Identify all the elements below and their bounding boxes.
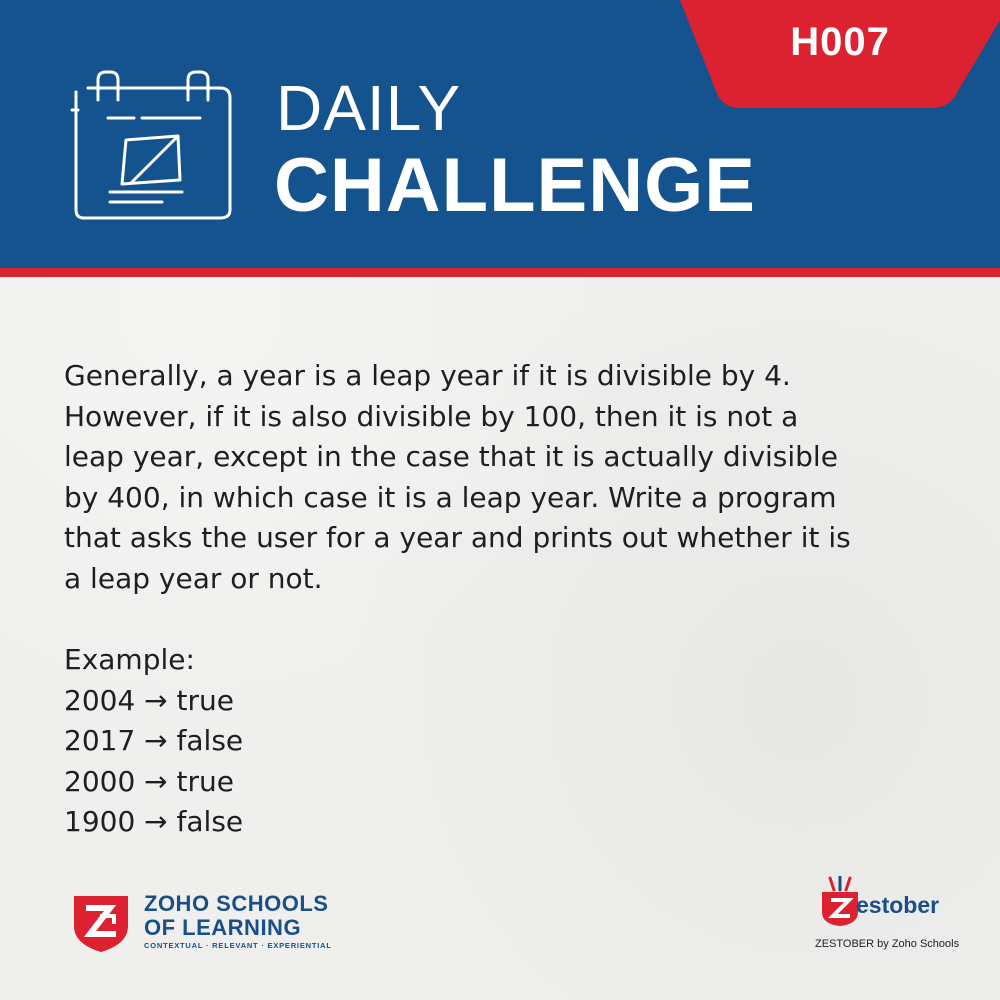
zoho-schools-name: ZOHO SCHOOLS OF LEARNING <box>144 892 328 940</box>
header-banner: H007 DAILY CHALLENGE <box>0 0 1000 268</box>
challenge-code-badge: H007 <box>670 0 1000 112</box>
title-challenge: CHALLENGE <box>274 143 756 228</box>
example-label: Example: <box>64 643 195 676</box>
zoho-schools-shield-icon <box>74 896 128 952</box>
problem-line: by 400, in which case it is a leap year.… <box>64 480 837 514</box>
example-item: 2017 → false <box>64 724 244 757</box>
zestober-logo-icon <box>822 876 858 926</box>
problem-line: that asks the user for a year and prints… <box>64 521 851 554</box>
problem-statement: Generally, a year is a leap year if it i… <box>64 356 954 599</box>
zoho-schools-tagline: CONTEXTUAL · RELEVANT · EXPERIENTIAL <box>144 941 332 950</box>
problem-line: a leap year or not. <box>64 561 323 595</box>
calendar-laptop-icon <box>70 70 232 220</box>
title-daily: DAILY <box>276 72 462 144</box>
problem-line: leap year, except in the case that it is… <box>64 440 838 473</box>
example-item: 2000 → true <box>64 764 234 798</box>
header-accent-stripe <box>0 268 1000 277</box>
zestober-subtitle: ZESTOBER by Zoho Schools <box>815 938 960 950</box>
zsl-line1: ZOHO SCHOOLS <box>144 891 329 916</box>
example-block: Example: 2004 → true 2017 → false 2000 →… <box>64 640 243 843</box>
example-item: 2004 → true <box>64 683 234 717</box>
problem-line: However, if it is also divisible by 100,… <box>64 399 799 433</box>
challenge-code: H007 <box>790 20 890 64</box>
zestober-wordmark: estober <box>856 892 940 918</box>
example-item: 1900 → false <box>64 805 244 838</box>
problem-line: Generally, a year is a leap year if it i… <box>64 359 791 392</box>
zsl-line2: OF LEARNING <box>144 915 302 940</box>
